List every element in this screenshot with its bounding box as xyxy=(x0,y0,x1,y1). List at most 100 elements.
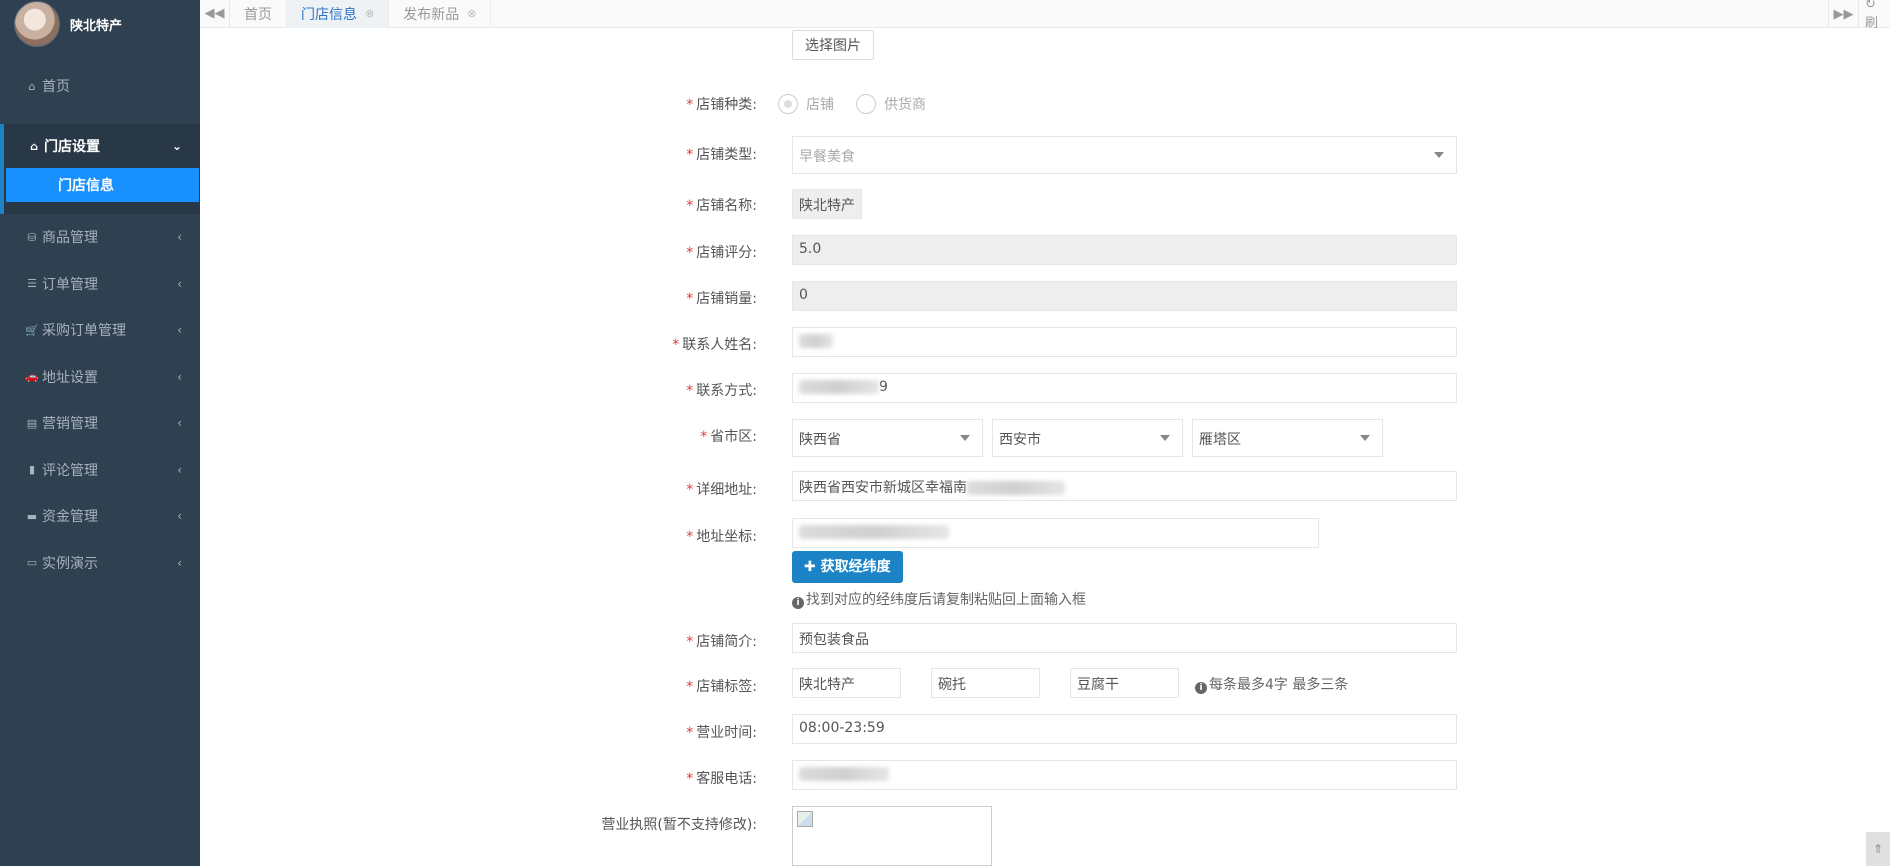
region-label: * 省市区: xyxy=(700,429,757,445)
store-name-input[interactable]: 陕北特产 xyxy=(792,189,862,219)
address-input[interactable]: 陕西省西安市新城区幸福南 xyxy=(792,471,1457,501)
close-icon[interactable]: ⊗ xyxy=(467,7,476,20)
store-type-value: 早餐美食 xyxy=(799,149,855,165)
service-phone-input[interactable] xyxy=(792,760,1457,790)
store-rating-label: * 店铺评分: xyxy=(686,245,757,261)
store-sales-input[interactable]: 0 xyxy=(792,281,1457,311)
coords-input[interactable] xyxy=(792,518,1319,548)
store-kind-radio-supplier[interactable]: 供货商 xyxy=(856,94,926,114)
sidebar-item-home[interactable]: ⌂ 首页 xyxy=(0,48,200,124)
cart-icon: 🛒 xyxy=(25,323,39,337)
chevron-left-icon: ‹ xyxy=(177,276,182,291)
license-label: 营业执照(暂不支持修改): xyxy=(601,817,757,833)
plus-icon: ✚ xyxy=(804,559,821,575)
tag-input-1[interactable]: 陕北特产 xyxy=(792,668,901,698)
car-icon: 🚗 xyxy=(25,370,39,384)
contact-phone-label: * 联系方式: xyxy=(686,383,757,399)
chevron-down-icon xyxy=(1360,435,1370,441)
contact-name-label: * 联系人姓名: xyxy=(672,337,757,353)
sidebar-item-reviews[interactable]: ▮ 评论管理 ‹ xyxy=(0,447,200,494)
redacted-value xyxy=(799,767,889,781)
info-icon: i xyxy=(1195,682,1207,694)
chevron-down-icon xyxy=(1160,435,1170,441)
chevron-left-icon: ‹ xyxy=(177,416,182,431)
contact-name-input[interactable] xyxy=(792,327,1457,357)
sidebar-group-store-settings: ⌂ 门店设置 ⌄ 门店信息 xyxy=(0,124,200,214)
tab-scroll-left-icon[interactable]: ◀◀ xyxy=(200,0,230,28)
redacted-value xyxy=(967,481,1065,495)
list-icon: ☰ xyxy=(27,277,37,291)
chevron-left-icon: ‹ xyxy=(177,509,182,524)
service-phone-label: * 客服电话: xyxy=(686,771,757,787)
tab-publish-product[interactable]: 发布新品 ⊗ xyxy=(389,0,492,28)
info-icon: i xyxy=(792,597,804,609)
scroll-to-top-icon[interactable]: ⇑ xyxy=(1866,832,1890,866)
store-info-form: 选择图片 * 店铺种类: 店铺 供货商 * 店铺类型: 早餐美食 * 店铺名称: 陕北… xyxy=(200,28,1890,866)
chevron-left-icon: ‹ xyxy=(177,230,182,245)
store-sales-label: * 店铺销量: xyxy=(686,291,757,307)
sidebar-item-address[interactable]: 🚗 地址设置 ‹ xyxy=(0,354,200,401)
sidebar-item-label: 资金管理 xyxy=(42,509,98,526)
intro-label: * 店铺简介: xyxy=(686,634,757,650)
hours-input[interactable]: 08:00-23:59 xyxy=(792,714,1457,744)
store-kind-label: * 店铺种类: xyxy=(686,97,757,113)
get-coordinates-button[interactable]: ✚ 获取经纬度 xyxy=(792,551,903,583)
redacted-value xyxy=(799,380,879,394)
tag-input-3[interactable]: 豆腐干 xyxy=(1070,668,1179,698)
desktop-icon: ▭ xyxy=(26,556,38,570)
sidebar-item-label: 评论管理 xyxy=(42,462,98,479)
contact-phone-input[interactable]: 9 xyxy=(792,373,1457,403)
sidebar-item-label: 商品管理 xyxy=(42,230,98,247)
tags-hint: i 每条最多4字 最多三条 xyxy=(1195,674,1348,694)
broken-image-icon xyxy=(797,811,813,827)
redacted-value xyxy=(799,525,949,539)
hours-label: * 营业时间: xyxy=(686,725,757,741)
sidebar-item-label: 采购订单管理 xyxy=(42,323,126,340)
sidebar-item-store-settings[interactable]: ⌂ 门店设置 ⌄ xyxy=(4,124,200,168)
radio-selected-icon xyxy=(778,94,798,114)
avatar[interactable] xyxy=(14,1,60,47)
store-rating-input[interactable]: 5.0 xyxy=(792,235,1457,265)
chevron-left-icon: ‹ xyxy=(177,369,182,384)
chevron-left-icon: ‹ xyxy=(177,323,182,338)
city-select[interactable]: 西安市 xyxy=(992,419,1183,457)
store-kind-radio-store[interactable]: 店铺 xyxy=(778,94,834,114)
profile: 陕北特产 xyxy=(0,0,200,48)
sidebar-item-purchase-orders[interactable]: 🛒 采购订单管理 ‹ xyxy=(0,307,200,354)
book-icon: ▤ xyxy=(26,416,38,430)
chevron-down-icon xyxy=(1434,152,1444,158)
bookmark-icon: ▮ xyxy=(28,463,36,477)
tab-store-info[interactable]: 门店信息 ⊗ xyxy=(287,0,390,28)
sidebar-item-funds[interactable]: ▬ 资金管理 ‹ xyxy=(0,493,200,540)
district-select[interactable]: 雁塔区 xyxy=(1192,419,1383,457)
sidebar-subitem-store-info[interactable]: 门店信息 xyxy=(6,168,199,202)
sidebar-item-marketing[interactable]: ▤ 营销管理 ‹ xyxy=(0,400,200,447)
tag-input-2[interactable]: 碗托 xyxy=(931,668,1040,698)
province-select[interactable]: 陕西省 xyxy=(792,419,983,457)
refresh-icon[interactable]: ↻ 刷 xyxy=(1858,0,1890,28)
tags-label: * 店铺标签: xyxy=(686,679,757,695)
sidebar-item-label: 地址设置 xyxy=(42,369,98,386)
sidebar-item-demo[interactable]: ▭ 实例演示 ‹ xyxy=(0,540,200,587)
profile-name[interactable]: 陕北特产 xyxy=(70,15,122,34)
tab-scroll-right-icon[interactable]: ▶▶ xyxy=(1828,0,1858,28)
tab-home[interactable]: 首页 xyxy=(230,0,287,28)
sidebar-nav: ⌂ 首页 ⌂ 门店设置 ⌄ 门店信息 ⛁ 商品管理 ‹ ☰ 订单管理 ‹ 🛒 采… xyxy=(0,48,200,586)
choose-image-button[interactable]: 选择图片 xyxy=(792,30,874,60)
store-type-select[interactable]: 早餐美食 xyxy=(792,136,1457,174)
tab-label: 首页 xyxy=(244,6,272,23)
sidebar-item-orders[interactable]: ☰ 订单管理 ‹ xyxy=(0,261,200,308)
cubes-icon: ⛁ xyxy=(27,230,37,244)
home-icon: ⌂ xyxy=(30,139,38,153)
sidebar-item-products[interactable]: ⛁ 商品管理 ‹ xyxy=(0,214,200,261)
license-image xyxy=(792,806,992,866)
chevron-left-icon: ‹ xyxy=(177,555,182,570)
radio-icon xyxy=(856,94,876,114)
chevron-down-icon xyxy=(960,435,970,441)
intro-input[interactable]: 预包装食品 xyxy=(792,623,1457,653)
tab-bar-right: ▶▶ ↻ 刷 xyxy=(1828,0,1890,28)
store-name-label: * 店铺名称: xyxy=(686,198,757,214)
money-icon: ▬ xyxy=(26,509,38,523)
close-icon[interactable]: ⊗ xyxy=(365,7,374,20)
